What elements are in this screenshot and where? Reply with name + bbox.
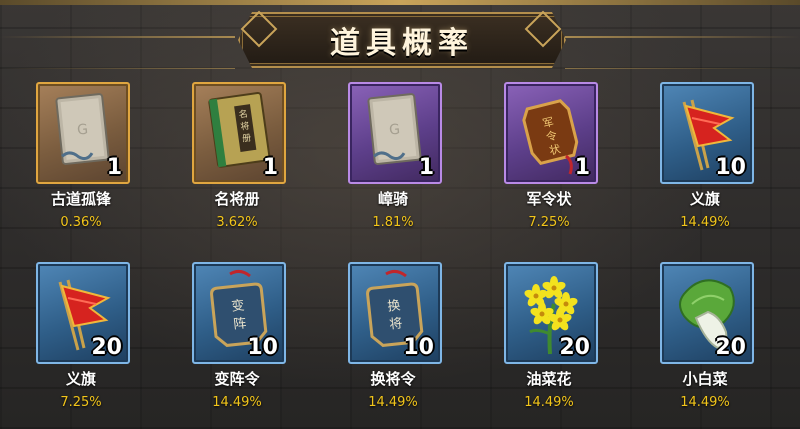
item-probability: 1.81% bbox=[372, 215, 414, 230]
item-name: 名将册 bbox=[214, 190, 260, 208]
item-count: 10 bbox=[403, 335, 434, 360]
item-name: 油菜花 bbox=[526, 370, 572, 388]
item-slot[interactable]: 10 义旗 14.49% bbox=[660, 82, 790, 252]
item-probability: 7.25% bbox=[528, 215, 570, 230]
title-plate: 道具概率 bbox=[238, 12, 566, 68]
item-frame[interactable]: 换 将 10 bbox=[348, 262, 442, 364]
item-frame[interactable]: 20 bbox=[660, 262, 754, 364]
item-probability-panel: 道具概率 G 1 古道孤锋 0.36% 名 将 册 1 名将册 3.62% G … bbox=[0, 0, 800, 429]
item-slot[interactable]: 20 小白菜 14.49% bbox=[660, 262, 790, 429]
header-subrule-left bbox=[0, 68, 235, 69]
item-probability: 14.49% bbox=[212, 395, 262, 410]
item-frame[interactable]: G 1 bbox=[348, 82, 442, 184]
item-probability: 3.62% bbox=[216, 215, 258, 230]
svg-text:阵: 阵 bbox=[233, 316, 248, 332]
svg-text:变: 变 bbox=[231, 297, 246, 314]
item-slot[interactable]: 名 将 册 1 名将册 3.62% bbox=[192, 82, 322, 252]
page-title: 道具概率 bbox=[330, 26, 474, 61]
item-count: 20 bbox=[91, 335, 122, 360]
item-name: 换将令 bbox=[370, 370, 416, 388]
item-name: 义旗 bbox=[65, 370, 96, 388]
item-name: 变阵令 bbox=[214, 370, 260, 388]
item-count: 20 bbox=[715, 335, 746, 360]
svg-text:将: 将 bbox=[240, 121, 250, 133]
item-frame[interactable]: 10 bbox=[660, 82, 754, 184]
svg-text:换: 换 bbox=[387, 298, 402, 314]
item-probability: 14.49% bbox=[368, 395, 418, 410]
header-subrule-right bbox=[565, 68, 800, 69]
item-probability: 0.36% bbox=[60, 215, 102, 230]
svg-text:G: G bbox=[76, 121, 88, 138]
item-frame[interactable]: 军 令 状 1 bbox=[504, 82, 598, 184]
item-frame[interactable]: 20 bbox=[36, 262, 130, 364]
item-frame[interactable]: G 1 bbox=[36, 82, 130, 184]
item-slot[interactable]: G 1 嶂骑 1.81% bbox=[348, 82, 478, 252]
item-slot[interactable]: 20 油菜花 14.49% bbox=[504, 262, 634, 429]
header-rule-right bbox=[565, 36, 800, 38]
item-count: 1 bbox=[574, 155, 590, 180]
item-count: 1 bbox=[418, 155, 434, 180]
item-count: 10 bbox=[247, 335, 278, 360]
item-name: 义旗 bbox=[689, 190, 720, 208]
item-name: 嶂骑 bbox=[377, 190, 408, 208]
item-slot[interactable]: 20 义旗 7.25% bbox=[36, 262, 166, 429]
item-frame[interactable]: 名 将 册 1 bbox=[192, 82, 286, 184]
item-count: 20 bbox=[559, 335, 590, 360]
svg-text:G: G bbox=[388, 121, 400, 138]
header-rule-left bbox=[0, 36, 235, 38]
item-name: 军令状 bbox=[526, 190, 572, 208]
item-slot[interactable]: 变 阵 10 变阵令 14.49% bbox=[192, 262, 322, 429]
item-count: 10 bbox=[715, 155, 746, 180]
item-probability: 7.25% bbox=[60, 395, 102, 410]
item-count: 1 bbox=[262, 155, 278, 180]
item-probability: 14.49% bbox=[680, 395, 730, 410]
item-name: 古道孤锋 bbox=[50, 190, 111, 208]
item-frame[interactable]: 20 bbox=[504, 262, 598, 364]
item-count: 1 bbox=[106, 155, 122, 180]
item-frame[interactable]: 变 阵 10 bbox=[192, 262, 286, 364]
item-slot[interactable]: G 1 古道孤锋 0.36% bbox=[36, 82, 166, 252]
item-slot[interactable]: 军 令 状 1 军令状 7.25% bbox=[504, 82, 634, 252]
item-slot[interactable]: 换 将 10 换将令 14.49% bbox=[348, 262, 478, 429]
item-probability: 14.49% bbox=[680, 215, 730, 230]
item-name: 小白菜 bbox=[682, 370, 728, 388]
svg-text:将: 将 bbox=[389, 316, 404, 332]
svg-text:册: 册 bbox=[241, 132, 251, 144]
item-probability: 14.49% bbox=[524, 395, 574, 410]
